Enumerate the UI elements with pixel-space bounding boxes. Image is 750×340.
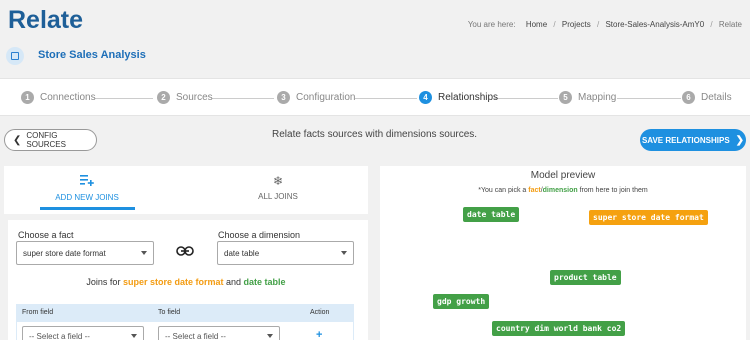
breadcrumb-home[interactable]: Home [526, 20, 547, 29]
model-preview-title: Model preview [530, 170, 596, 181]
step-number: 4 [419, 91, 432, 104]
tab-label: ADD NEW JOINS [55, 193, 119, 202]
step-connections[interactable]: 1 Connections [21, 91, 96, 104]
step-configuration[interactable]: 3 Configuration [277, 91, 355, 104]
col-action: Action [310, 309, 330, 316]
step-label: Mapping [578, 92, 617, 103]
step-number: 3 [277, 91, 290, 104]
model-node-gdp-growth[interactable]: gdp growth [433, 294, 490, 309]
col-from-field: From field [22, 309, 54, 316]
breadcrumb-projects[interactable]: Projects [562, 20, 591, 29]
fact-label: Choose a fact [18, 230, 74, 240]
step-relationships[interactable]: 4 Relationships [419, 91, 498, 104]
caret-down-icon [141, 251, 147, 255]
save-relationships-button[interactable]: SAVE RELATIONSHIPS ❯ [640, 129, 746, 151]
join-table-header: From field To field Action [16, 304, 354, 322]
wizard-stepper: 1 Connections 2 Sources 3 Configuration … [0, 78, 750, 116]
step-label: Configuration [296, 92, 356, 103]
step-sources[interactable]: 2 Sources [157, 91, 213, 104]
joins-summary: Joins for super store date format and da… [86, 277, 286, 287]
dimension-select-value: date table [224, 248, 260, 258]
page-title: Relate [8, 6, 84, 34]
config-sources-label: CONFIG SOURCES [26, 131, 66, 149]
to-field-select[interactable]: -- Select a field -- [158, 326, 280, 340]
tab-add-new-joins[interactable]: ADD NEW JOINS [32, 174, 142, 202]
step-number: 5 [559, 91, 572, 104]
step-number: 1 [21, 91, 34, 104]
chevron-right-icon: ❯ [735, 134, 745, 146]
fact-select-value: super store date format [23, 248, 106, 258]
instruction-text: Relate facts sources with dimensions sou… [272, 129, 478, 140]
col-to-field: To field [158, 309, 181, 316]
model-node-product-table[interactable]: product table [550, 270, 621, 285]
dimension-label: Choose a dimension [218, 230, 301, 240]
tab-all-joins[interactable]: ❄ ALL JOINS [223, 174, 333, 201]
step-number: 6 [682, 91, 695, 104]
step-label: Sources [176, 92, 213, 103]
step-label: Relationships [438, 92, 499, 103]
active-tab-indicator [40, 207, 135, 210]
joins-fact-name: super store date format [122, 277, 224, 287]
step-label: Details [701, 92, 732, 103]
playlist-add-icon [32, 174, 142, 189]
breadcrumb-project[interactable]: Store-Sales-Analysis-AmY0 [605, 20, 704, 29]
model-node-date-table[interactable]: date table [463, 207, 520, 222]
project-name: Store Sales Analysis [38, 49, 146, 61]
breadcrumb-current: Relate [718, 20, 742, 29]
add-join-button[interactable]: + [316, 329, 322, 340]
breadcrumb-prefix: You are here: [467, 20, 516, 29]
from-field-select[interactable]: -- Select a field -- [22, 326, 144, 340]
asterisk-icon: ❄ [272, 174, 284, 188]
tab-label: ALL JOINS [258, 192, 298, 201]
step-number: 2 [157, 91, 170, 104]
chevron-left-icon: ❮ [13, 134, 22, 146]
caret-down-icon [267, 334, 273, 338]
config-sources-button[interactable]: ❮ CONFIG SOURCES [4, 129, 97, 151]
step-details[interactable]: 6 Details [682, 91, 732, 104]
model-node-country-dim-world-bank-co2[interactable]: country dim world bank co2 [492, 321, 626, 336]
fact-select[interactable]: super store date format [16, 241, 154, 265]
step-mapping[interactable]: 5 Mapping [559, 91, 616, 104]
joins-dimension-name: date table [243, 277, 286, 287]
step-label: Connections [40, 92, 96, 103]
caret-down-icon [131, 334, 137, 338]
breadcrumb: You are here: Home / Projects / Store-Sa… [467, 20, 742, 29]
dimension-select[interactable]: date table [217, 241, 354, 265]
link-icon [176, 244, 194, 262]
caret-down-icon [341, 251, 347, 255]
project-icon [6, 47, 24, 65]
model-node-super-store-date-format[interactable]: super store date format [589, 210, 708, 225]
model-preview-hint: *You can pick a fact/dimension from here… [478, 187, 648, 194]
save-relationships-label: SAVE RELATIONSHIPS [641, 135, 730, 145]
